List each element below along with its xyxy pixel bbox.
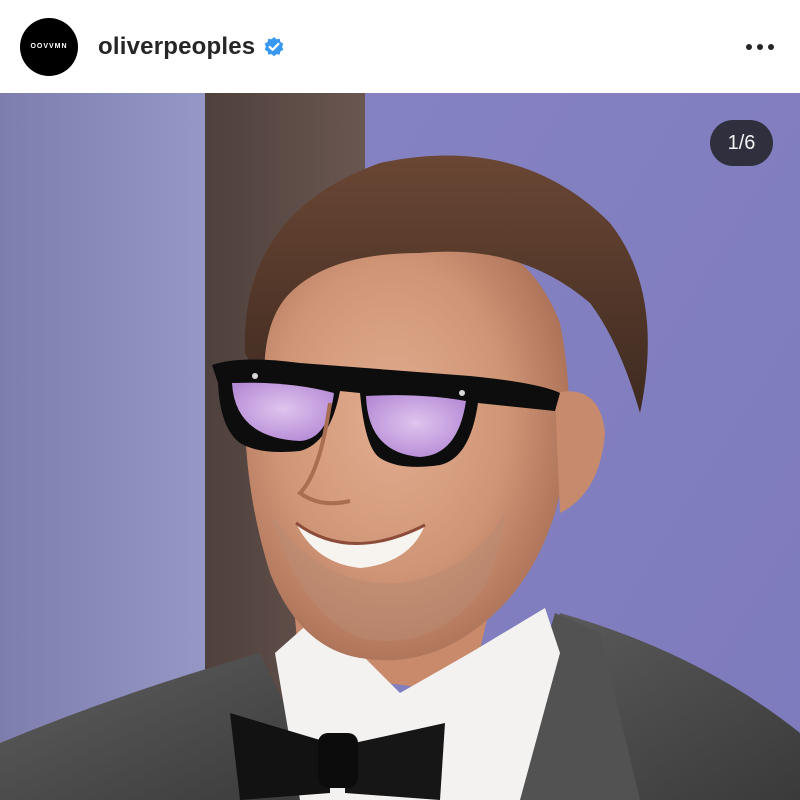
post-photo[interactable]: 1/6 — [0, 93, 800, 800]
more-horizontal-icon — [746, 43, 774, 50]
profile-avatar[interactable]: OOVVMN — [20, 17, 78, 76]
verified-badge-icon — [263, 36, 285, 58]
username[interactable]: oliverpeoples — [98, 33, 255, 61]
instagram-post: OOVVMN oliverpeoples 1/6 — [0, 0, 800, 800]
slide-counter-badge: 1/6 — [710, 120, 773, 166]
portrait-image — [0, 93, 800, 800]
post-header: OOVVMN oliverpeoples — [0, 0, 800, 93]
more-options-button[interactable] — [740, 27, 780, 67]
avatar-logo-text: OOVVMN — [30, 43, 68, 50]
